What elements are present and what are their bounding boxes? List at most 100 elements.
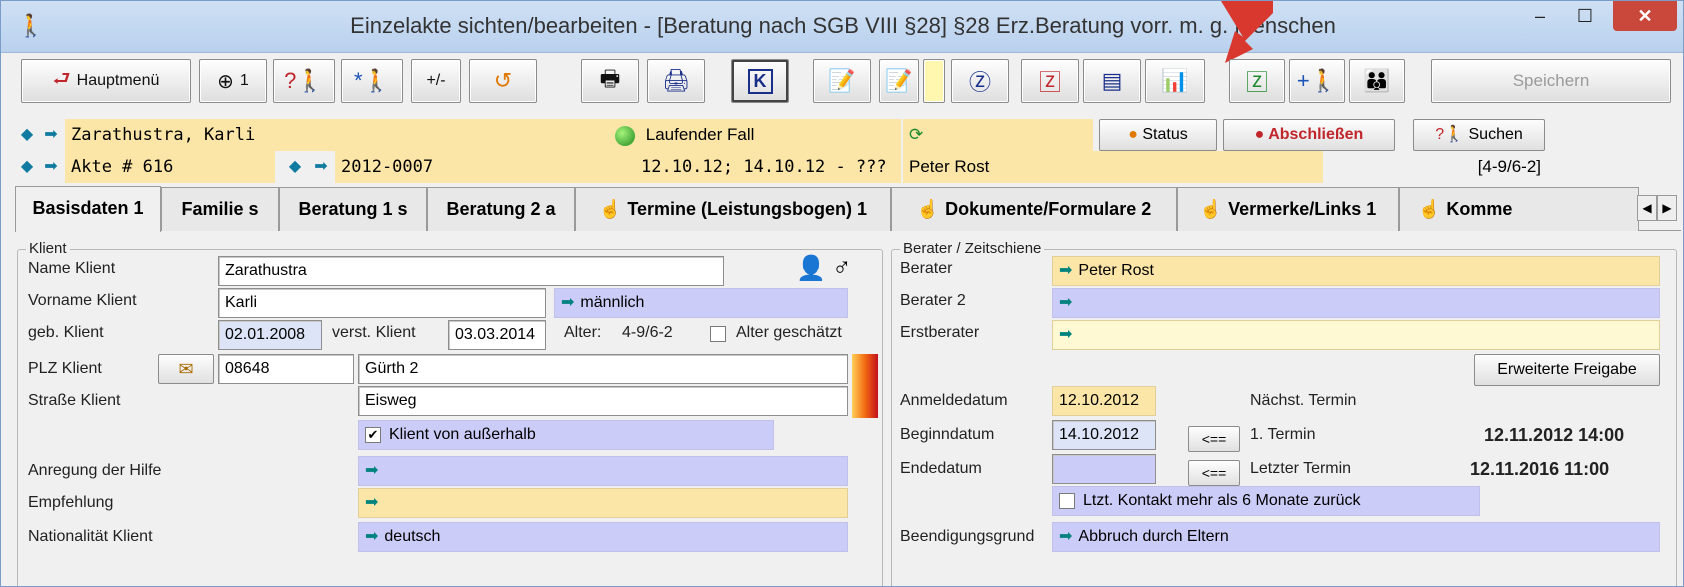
close-button[interactable]: ✕ [1613,1,1677,31]
tab-termine[interactable]: ☝ Termine (Leistungsbogen) 1 [575,187,891,231]
erstberater-label: Erstberater [900,324,980,341]
alter-value: 4-9/6-2 [622,324,673,341]
print-button[interactable]: 🖶 [581,59,639,103]
tab-scroll-right-icon[interactable]: ▶ [1657,195,1677,221]
gender-select[interactable]: ➡ männlich [554,288,848,318]
plus-minus-button[interactable]: +/- [411,59,461,103]
next-client-arrow-icon[interactable]: ➡ [39,121,63,149]
case-status-text: Laufender Fall [645,125,755,144]
z-form-button[interactable]: Ⓩ [951,59,1009,103]
beginn-date-input[interactable]: 14.10.2012 [1052,420,1156,450]
alter-label: Alter: [564,324,602,341]
tab-vermerke[interactable]: ☝ Vermerke/Links 1 [1177,187,1399,231]
berater-group: Berater / Zeitschiene Berater ➡ Peter Ros… [891,240,1677,586]
ende-date-input[interactable] [1052,454,1156,484]
arrow-right-icon: ➡ [365,528,379,545]
erstberater-select[interactable]: ➡ [1052,320,1660,350]
edit-note-button[interactable]: 📝 [813,59,871,103]
beendigung-select[interactable]: ➡ Abbruch durch Eltern [1052,522,1660,552]
color-gradient-icon[interactable] [852,354,878,386]
vorname-input[interactable]: Karli [218,288,546,318]
tab-familie[interactable]: Familie s [161,187,279,231]
edit-note-yellow-button[interactable]: 📝 [879,59,919,103]
hauptmenu-button[interactable]: ⮐ Hauptmenü [21,59,191,103]
berater-select[interactable]: ➡ Peter Rost [1052,256,1660,286]
prev-client-arrow-icon[interactable]: ◆ [15,121,39,149]
tab-kommentare-label: Komme [1446,199,1513,219]
abschliessen-button[interactable]: ● Abschließen [1223,119,1395,151]
prev-akte-arrow-icon[interactable]: ◆ [15,153,39,181]
maximize-button[interactable]: ☐ [1564,1,1606,31]
case-dates-display: 12.10.12; 14.10.12 - ??? [635,151,901,183]
z-red-button[interactable]: 🅉 [1021,59,1079,103]
ausserhalb-field: ✔ Klient von außerhalb [358,420,774,450]
prev-case-arrow-icon[interactable]: ◆ [283,153,307,181]
tab-beratung-1[interactable]: Beratung 1 s [279,187,427,231]
tab-kommentare[interactable]: ☝ Komme [1399,187,1639,231]
next-case-arrow-icon[interactable]: ➡ [309,153,333,181]
new-person-button[interactable]: +🚶 [1289,59,1345,103]
alter-geschaetzt-checkbox[interactable] [710,326,726,342]
printer-icon: 🖶 [599,66,621,91]
hand-pointer-icon: ☝ [598,199,622,219]
z-list-button[interactable]: ▤ [1083,59,1141,103]
arrow-right-icon: ➡ [365,462,379,479]
copy-beginn-button[interactable]: <== [1188,426,1240,452]
tab-dokumente[interactable]: ☝ Dokumente/Formulare 2 [891,187,1177,231]
envelope-button[interactable]: ✉ [158,354,214,384]
person-photo-icon[interactable]: 👤 [796,254,826,283]
tab-beratung-2[interactable]: Beratung 2 a [427,187,575,231]
kontakt-checkbox[interactable] [1059,492,1075,509]
arrow-right-icon: ➡ [1059,326,1073,343]
color-gradient-icon[interactable] [852,386,878,418]
z-add-button[interactable]: 🅉 [1229,59,1285,103]
male-symbol-icon: ♂ [832,252,852,282]
geb-date-input[interactable]: 02.01.2008 [218,320,322,350]
refresh-icon[interactable]: ⟳ [909,125,923,145]
alter-geschaetzt-label: Alter geschätzt [736,324,842,341]
nationalitaet-select[interactable]: ➡ deutsch [358,522,848,552]
z-list-icon: ▤ [1101,68,1123,93]
envelope-icon: ✉ [178,359,194,379]
plz-label: PLZ Klient [28,360,102,377]
erster-termin-label: 1. Termin [1250,426,1316,443]
berater2-select[interactable]: ➡ [1052,288,1660,318]
search-button[interactable]: ?🚶 Suchen [1413,119,1545,151]
calendar-k-button[interactable]: K [731,59,789,103]
verst-date-input[interactable]: 03.03.2014 [448,320,546,350]
beginn-label: Beginndatum [900,426,995,443]
klient-group: Klient Name Klient Zarathustra 👤 ♂ Vorna… [17,240,883,586]
gender-value: männlich [580,294,645,311]
tab-basisdaten[interactable]: Basisdaten 1 [15,186,161,232]
plz-input[interactable]: 08648 [218,354,354,384]
status-button[interactable]: ● Status [1099,119,1217,151]
save-button[interactable]: Speichern [1431,59,1671,103]
erweiterte-freigabe-button[interactable]: Erweiterte Freigabe [1474,354,1660,386]
ausserhalb-checkbox[interactable]: ✔ [365,426,381,443]
statistics-button[interactable]: 📊 [1145,59,1205,103]
ort-input[interactable]: Gürth 2 [358,354,848,384]
minimize-button[interactable]: – [1519,1,1561,31]
search-label: Suchen [1468,126,1523,143]
family-button[interactable]: 👪 [1349,59,1405,103]
case-nav-row-1: ◆ ➡ Zarathustra, Karli Laufender Fall ⟳ … [15,119,1675,153]
anregung-select[interactable]: ➡ [358,456,848,486]
strasse-input[interactable]: Eisweg [358,386,848,416]
target-button[interactable]: ⊕ 1 [199,59,267,103]
copy-ende-button[interactable]: <== [1188,460,1240,486]
name-input[interactable]: Zarathustra [218,256,724,286]
hand-pointer-icon: ☝ [916,199,940,219]
print-preview-button[interactable]: 🖨 [647,59,705,103]
undo-button[interactable]: ↺ [469,59,537,103]
verst-label: verst. Klient [332,324,416,341]
erster-termin-value: 12.11.2012 14:00 [1484,425,1625,445]
vorname-label: Vorname Klient [28,292,137,309]
empfehlung-select[interactable]: ➡ [358,488,848,518]
next-akte-arrow-icon[interactable]: ➡ [39,153,63,181]
add-person-button[interactable]: *🚶 [341,59,403,103]
tab-scroll-left-icon[interactable]: ◀ [1637,195,1657,221]
nationalitaet-label: Nationalität Klient [28,528,153,545]
tab-dokumente-label: Dokumente/Formulare 2 [945,199,1152,219]
search-person-button[interactable]: ?🚶 [273,59,335,103]
anmelde-date-input[interactable]: 12.10.2012 [1052,386,1156,416]
